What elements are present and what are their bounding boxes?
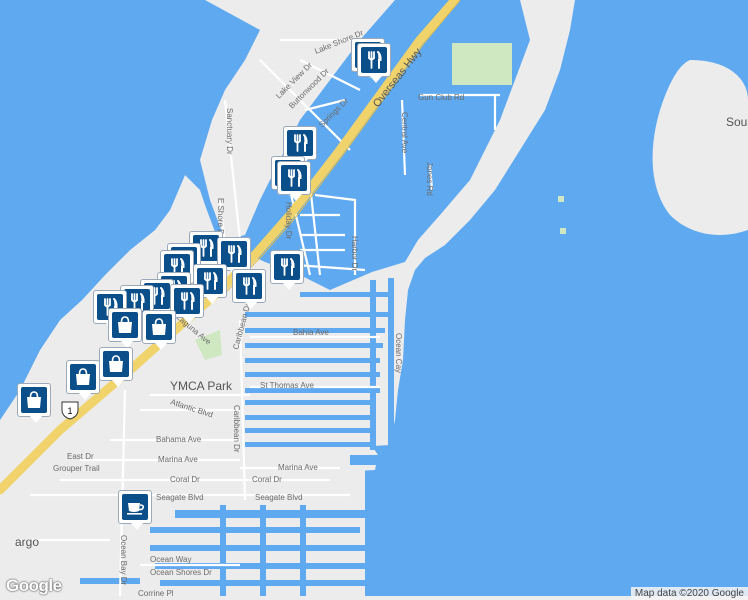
marker-pin: [99, 347, 133, 387]
marker-pin: [232, 269, 266, 309]
us-route-shield: 1: [61, 401, 79, 420]
marker-pin: [108, 308, 142, 348]
marker-pin: [270, 250, 304, 290]
label-corrine-pl: Corrine Pl: [138, 589, 174, 598]
poi-marker-shopping-bag[interactable]: [66, 360, 102, 400]
green-area-dot-2: [560, 228, 566, 234]
label-largo: argo: [15, 535, 39, 549]
marker-pin: [66, 360, 100, 400]
marker-pin: [118, 490, 152, 530]
google-logo: Google: [6, 576, 62, 595]
label-grouper-trail: Grouper Trail: [53, 464, 100, 473]
label-marina-ave-1: Marina Ave: [158, 455, 198, 464]
map-attribution[interactable]: Map data ©2020 Google: [630, 587, 748, 600]
poi-marker-restaurant[interactable]: [357, 43, 393, 83]
label-st-thomas-ave: St Thomas Ave: [260, 381, 315, 390]
label-ocean-way: Ocean Way: [150, 555, 192, 564]
poi-marker-restaurant[interactable]: [232, 269, 268, 309]
map-canvas[interactable]: Overseas Hwy Lake Shore Dr Lake View Dr …: [0, 0, 748, 600]
poi-marker-coffee-cup[interactable]: [118, 490, 154, 530]
poi-marker-shopping-bag[interactable]: [142, 310, 178, 350]
poi-marker-restaurant[interactable]: [277, 161, 313, 201]
route-shield-number: 1: [67, 406, 72, 416]
poi-marker-restaurant[interactable]: [270, 250, 306, 290]
label-jones-rd: Jones Rd: [425, 162, 434, 196]
marker-pin: [277, 161, 311, 201]
poi-marker-shopping-bag[interactable]: [108, 308, 144, 348]
label-bahama-ave: Bahama Ave: [156, 435, 202, 444]
label-ocean-shores-dr: Ocean Shores Dr: [150, 568, 212, 577]
label-ocean-bay-dr: Ocean Bay Dr: [119, 535, 128, 586]
label-marina-ave-2: Marina Ave: [278, 463, 318, 472]
label-caribbean-dr-2: Caribbean Dr: [232, 405, 241, 453]
label-coral-dr-2: Coral Dr: [252, 475, 282, 484]
label-gun-club-rd: Gun Club Rd: [418, 93, 464, 102]
label-central-ave: Central Ave: [400, 112, 409, 154]
poi-marker-shopping-bag[interactable]: [17, 383, 53, 423]
label-bahia-ave: Bahia Ave: [293, 328, 329, 337]
label-coral-dr-1: Coral Dr: [170, 475, 200, 484]
label-seagate-blvd-1: Seagate Blvd: [156, 493, 204, 502]
marker-pin: [357, 43, 391, 83]
label-sou: Sou: [726, 115, 747, 129]
poi-marker-shopping-bag[interactable]: [99, 347, 135, 387]
label-ocean-cay: Ocean Cay: [394, 333, 403, 373]
green-area-north: [452, 43, 512, 85]
label-east-dr: East Dr: [67, 452, 94, 461]
marker-pin: [283, 126, 317, 166]
label-seagate-blvd-2: Seagate Blvd: [255, 493, 303, 502]
green-area-dot: [558, 196, 564, 202]
label-ymca-park: YMCA Park: [170, 379, 233, 393]
label-springs-dr: Springs Dr: [317, 96, 350, 129]
offshore-island: [652, 60, 748, 235]
label-sanctuary-dr: Sanctuary Dr: [225, 108, 234, 155]
marker-pin: [17, 383, 51, 423]
marker-pin: [142, 310, 176, 350]
label-harbor-dr: Harbor Dr: [350, 236, 359, 271]
label-holiday-dr: Holiday Dr: [284, 202, 293, 240]
